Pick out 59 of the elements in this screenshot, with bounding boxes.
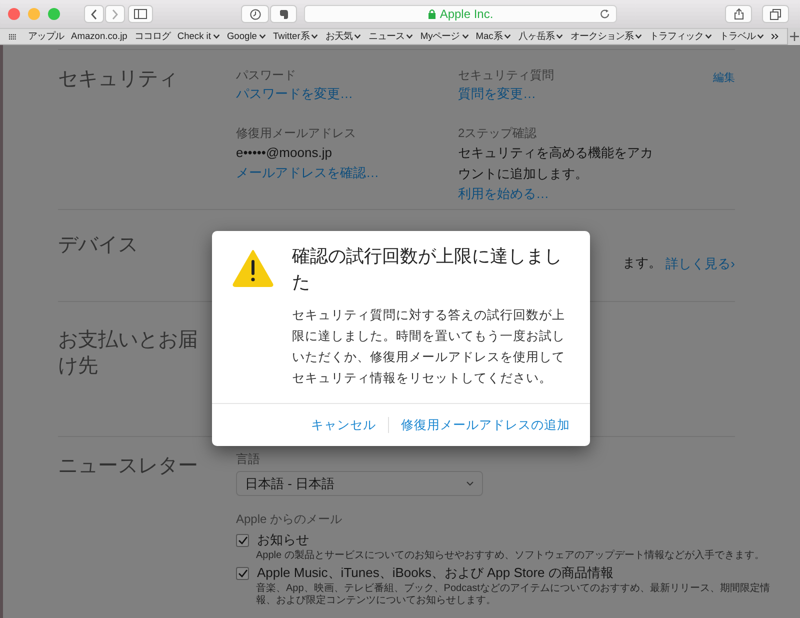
field-label: セキュリティ質問 <box>458 67 555 84</box>
section-title: デバイス <box>58 233 139 258</box>
bookmark-item[interactable]: Twitter系 <box>272 30 318 44</box>
history-button[interactable] <box>241 5 269 23</box>
chevron-down-icon <box>466 481 474 486</box>
bookmark-item[interactable]: お天気 <box>325 30 362 44</box>
field-label: Apple からのメール <box>236 511 344 528</box>
field-label: 言語 <box>236 451 261 468</box>
section-title: お支払いとお届け先 <box>58 328 199 379</box>
back-button[interactable] <box>84 5 104 23</box>
option-description: Apple の製品とサービスについてのお知らせやおすすめ、ソフトウェアのアップデート情報などが入手できます。 <box>255 550 766 562</box>
field-value: セキュリティを高める機能をアカウントに追加します。 <box>458 144 654 182</box>
checkbox[interactable] <box>236 566 249 580</box>
bookmark-item[interactable]: Myページ <box>420 30 469 44</box>
add-icon[interactable] <box>790 32 799 41</box>
bookmark-item[interactable]: ココログ <box>134 30 170 44</box>
bookmark-item[interactable]: アップル <box>28 30 64 44</box>
dialog-button[interactable]: 修復用メールアドレスの追加 <box>389 416 582 434</box>
bookmark-item[interactable]: ニュース <box>368 30 414 44</box>
dialog-button[interactable]: キャンセル <box>299 416 388 434</box>
back-icon <box>90 8 98 20</box>
check-icon <box>238 568 248 578</box>
bookmark-item[interactable]: Amazon.co.jp <box>71 30 128 44</box>
check-icon <box>238 536 248 544</box>
field-value: e•••••@moons.jp <box>236 144 333 162</box>
tabs-button[interactable] <box>762 5 789 23</box>
bookmark-item[interactable]: トラフィック <box>649 30 712 44</box>
section-title: セキュリティ <box>58 67 179 92</box>
device-text: ます。 <box>622 254 662 272</box>
tabs-icon <box>770 8 781 20</box>
sidebar-icon <box>134 9 147 19</box>
option-description: 音楽、App、映画、テレビ番組、ブック、Podcastなどのアイテムについてのおすすめ、最新リリース、期間限定情報、および限定コンテンツについてお知らせします。 <box>255 583 771 607</box>
section-title: ニュースレター <box>58 454 199 479</box>
checkbox[interactable] <box>236 534 249 546</box>
option-label: Apple Music、iTunes、iBooks、および App Store の商品情報 <box>257 564 614 582</box>
field-label: 2ステップ確認 <box>458 124 538 142</box>
option-label: お知らせ <box>257 531 309 549</box>
grid-icon[interactable] <box>9 32 16 40</box>
bookmark-item[interactable]: 八ヶ岳系 <box>518 30 564 44</box>
bookmark-item[interactable]: Google <box>226 30 266 44</box>
field-label: パスワード <box>236 67 297 84</box>
share-button[interactable] <box>725 5 752 23</box>
bookmark-item[interactable]: オークション系 <box>570 30 642 44</box>
warning-icon <box>232 249 274 287</box>
sidebar-button[interactable] <box>128 5 153 23</box>
clock-icon <box>250 8 260 20</box>
extension-button[interactable] <box>270 5 297 23</box>
address-text: Apple Inc. <box>440 6 494 23</box>
field-label: 修復用メールアドレス <box>236 124 357 142</box>
bookmark-item[interactable]: Mac系 <box>476 30 512 44</box>
dialog-message: セキュリティ質問に対する答えの試行回数が上限に達しました。時間を置いてもう一度お試しいただくか、修復用メールアドレスを使用してセキュリティ情報をリセットしてください。 <box>292 307 566 387</box>
overflow-chevrons-icon[interactable] <box>771 32 780 41</box>
dialog-title: 確認の試行回数が上限に達しました <box>292 245 563 294</box>
bookmark-item[interactable]: Check it <box>177 30 220 44</box>
share-icon <box>734 8 744 20</box>
reload-icon[interactable] <box>600 9 610 19</box>
bookmark-item[interactable]: トラベル <box>719 30 764 44</box>
forward-icon <box>111 8 119 20</box>
language-select[interactable]: 日本語 - 日本語 <box>236 471 483 496</box>
